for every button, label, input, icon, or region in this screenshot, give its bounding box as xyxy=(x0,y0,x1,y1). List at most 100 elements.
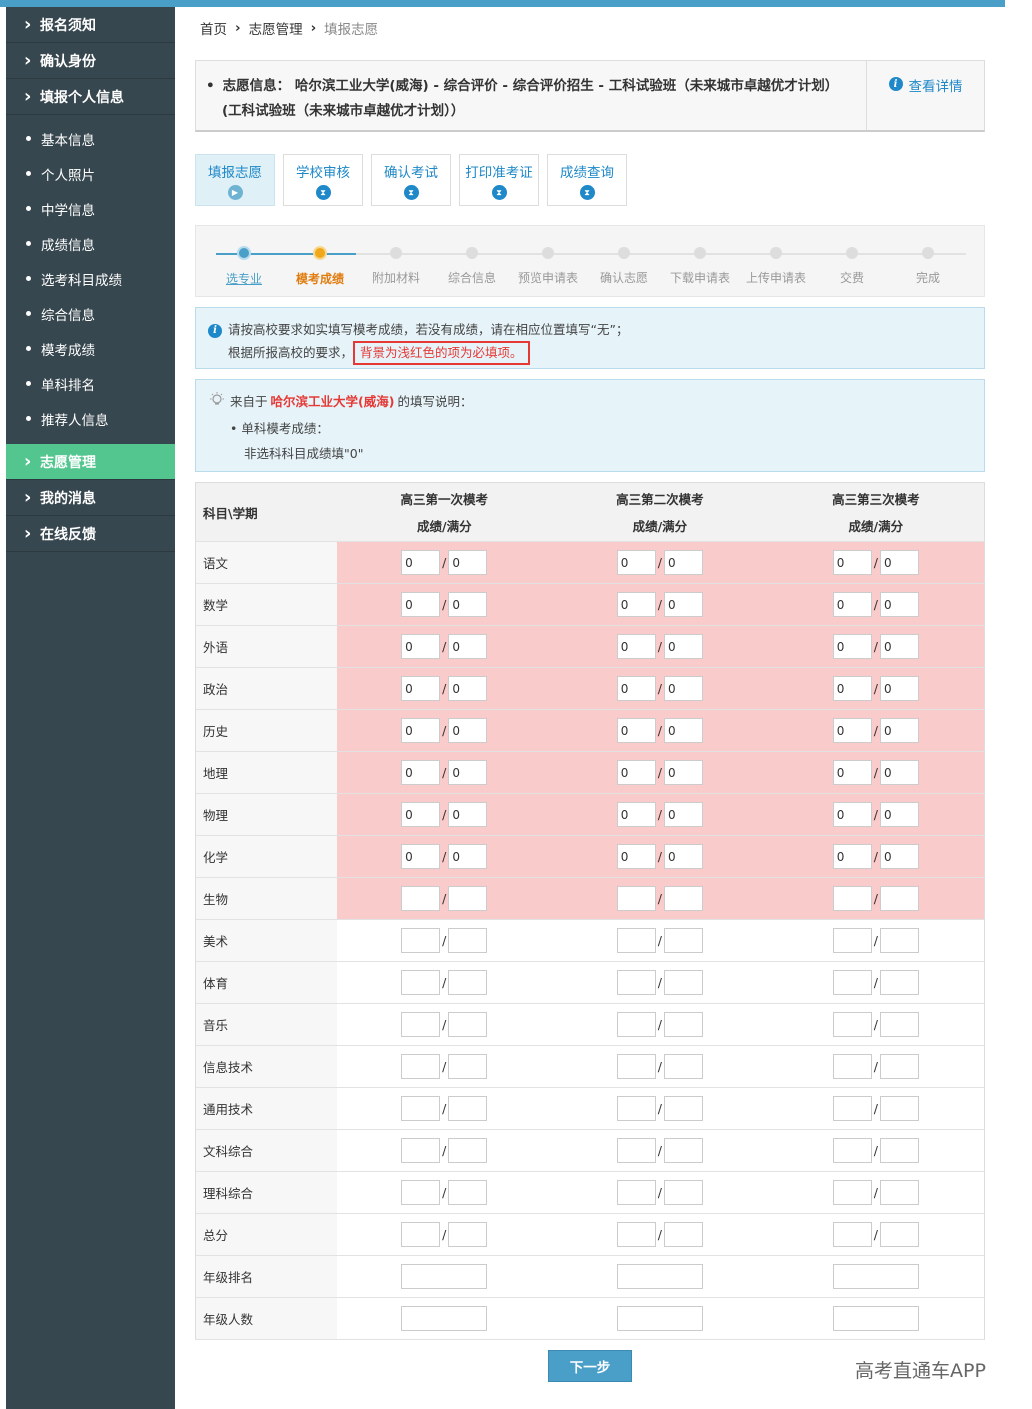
full-score-input[interactable] xyxy=(879,1222,919,1247)
full-score-input[interactable] xyxy=(448,802,488,827)
score-input[interactable] xyxy=(616,550,656,575)
score-input[interactable] xyxy=(832,592,872,617)
full-score-input[interactable] xyxy=(879,1012,919,1037)
score-input[interactable] xyxy=(832,802,872,827)
full-score-input[interactable] xyxy=(448,886,488,911)
full-score-input[interactable] xyxy=(448,634,488,659)
full-score-input[interactable] xyxy=(448,1012,488,1037)
score-input[interactable] xyxy=(832,844,872,869)
score-input[interactable] xyxy=(616,1054,656,1079)
score-input[interactable] xyxy=(832,1012,872,1037)
full-score-input[interactable] xyxy=(448,760,488,785)
score-input[interactable] xyxy=(616,928,656,953)
score-input[interactable] xyxy=(401,802,441,827)
full-score-input[interactable] xyxy=(448,592,488,617)
score-input[interactable] xyxy=(616,634,656,659)
score-input[interactable] xyxy=(616,886,656,911)
full-score-input[interactable] xyxy=(448,844,488,869)
rank-input[interactable] xyxy=(832,1264,919,1289)
full-score-input[interactable] xyxy=(663,1054,703,1079)
step-0[interactable]: 选专业 xyxy=(206,246,282,287)
full-score-input[interactable] xyxy=(448,550,488,575)
full-score-input[interactable] xyxy=(663,1222,703,1247)
view-details-link[interactable]: i 查看详情 xyxy=(866,61,984,130)
full-score-input[interactable] xyxy=(879,676,919,701)
sidebar-subitem-2[interactable]: 中学信息 xyxy=(6,191,175,226)
full-score-input[interactable] xyxy=(663,718,703,743)
full-score-input[interactable] xyxy=(879,970,919,995)
next-step-button[interactable]: 下一步 xyxy=(548,1350,632,1382)
score-input[interactable] xyxy=(832,760,872,785)
tab-1[interactable]: 学校审核 ⧗ xyxy=(283,154,363,206)
full-score-input[interactable] xyxy=(879,844,919,869)
score-input[interactable] xyxy=(401,1054,441,1079)
score-input[interactable] xyxy=(832,550,872,575)
score-input[interactable] xyxy=(401,886,441,911)
score-input[interactable] xyxy=(401,592,441,617)
score-input[interactable] xyxy=(401,1180,441,1205)
score-input[interactable] xyxy=(401,550,441,575)
sidebar-item-bottom-0[interactable]: › 志愿管理 xyxy=(6,444,175,480)
full-score-input[interactable] xyxy=(879,718,919,743)
tab-4[interactable]: 成绩查询 ⧗ xyxy=(547,154,627,206)
sidebar-subitem-5[interactable]: 综合信息 xyxy=(6,296,175,331)
score-input[interactable] xyxy=(401,1138,441,1163)
sidebar-subitem-7[interactable]: 单科排名 xyxy=(6,366,175,401)
full-score-input[interactable] xyxy=(663,1138,703,1163)
score-input[interactable] xyxy=(401,928,441,953)
rank-input[interactable] xyxy=(401,1264,488,1289)
full-score-input[interactable] xyxy=(448,928,488,953)
rank-input[interactable] xyxy=(616,1306,703,1331)
score-input[interactable] xyxy=(401,760,441,785)
score-input[interactable] xyxy=(616,1180,656,1205)
full-score-input[interactable] xyxy=(879,1096,919,1121)
score-input[interactable] xyxy=(832,1138,872,1163)
full-score-input[interactable] xyxy=(448,1180,488,1205)
sidebar-item-top-1[interactable]: › 确认身份 xyxy=(6,43,175,79)
score-input[interactable] xyxy=(401,676,441,701)
breadcrumb-home[interactable]: 首页 xyxy=(200,18,227,38)
score-input[interactable] xyxy=(616,592,656,617)
sidebar-item-top-2[interactable]: › 填报个人信息 xyxy=(6,79,175,115)
full-score-input[interactable] xyxy=(448,718,488,743)
full-score-input[interactable] xyxy=(663,592,703,617)
sidebar-subitem-3[interactable]: 成绩信息 xyxy=(6,226,175,261)
score-input[interactable] xyxy=(401,844,441,869)
full-score-input[interactable] xyxy=(879,592,919,617)
full-score-input[interactable] xyxy=(879,760,919,785)
rank-input[interactable] xyxy=(401,1306,488,1331)
sidebar-item-bottom-1[interactable]: › 我的消息 xyxy=(6,480,175,516)
full-score-input[interactable] xyxy=(663,844,703,869)
score-input[interactable] xyxy=(832,1222,872,1247)
full-score-input[interactable] xyxy=(448,1054,488,1079)
full-score-input[interactable] xyxy=(879,1180,919,1205)
full-score-input[interactable] xyxy=(663,1096,703,1121)
full-score-input[interactable] xyxy=(448,1222,488,1247)
score-input[interactable] xyxy=(616,718,656,743)
score-input[interactable] xyxy=(616,844,656,869)
step-1[interactable]: 模考成绩 xyxy=(282,246,358,287)
sidebar-subitem-4[interactable]: 选考科目成绩 xyxy=(6,261,175,296)
full-score-input[interactable] xyxy=(879,1138,919,1163)
tab-0[interactable]: 填报志愿 ▶ xyxy=(195,154,275,206)
score-input[interactable] xyxy=(616,676,656,701)
score-input[interactable] xyxy=(832,1054,872,1079)
score-input[interactable] xyxy=(401,1096,441,1121)
full-score-input[interactable] xyxy=(448,1096,488,1121)
score-input[interactable] xyxy=(832,1180,872,1205)
full-score-input[interactable] xyxy=(663,928,703,953)
score-input[interactable] xyxy=(401,718,441,743)
full-score-input[interactable] xyxy=(663,1180,703,1205)
score-input[interactable] xyxy=(401,634,441,659)
full-score-input[interactable] xyxy=(448,970,488,995)
score-input[interactable] xyxy=(832,928,872,953)
tab-2[interactable]: 确认考试 ⧗ xyxy=(371,154,451,206)
score-input[interactable] xyxy=(616,1222,656,1247)
full-score-input[interactable] xyxy=(879,802,919,827)
sidebar-item-bottom-2[interactable]: › 在线反馈 xyxy=(6,516,175,552)
full-score-input[interactable] xyxy=(663,970,703,995)
full-score-input[interactable] xyxy=(663,760,703,785)
full-score-input[interactable] xyxy=(663,550,703,575)
sidebar-subitem-6[interactable]: 模考成绩 xyxy=(6,331,175,366)
full-score-input[interactable] xyxy=(879,634,919,659)
